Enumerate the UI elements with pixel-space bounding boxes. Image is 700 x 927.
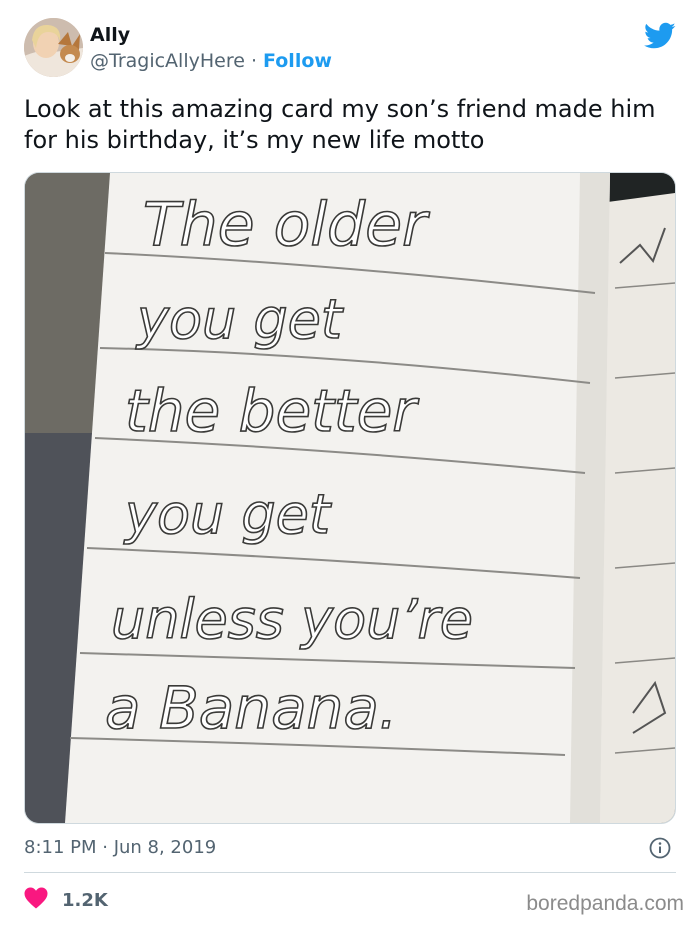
card-line-2: you get [135,288,344,351]
follow-button[interactable]: Follow [263,50,332,72]
card-line-3: the better [125,377,419,445]
heart-icon[interactable] [24,887,48,913]
like-action[interactable]: 1.2K [24,886,108,914]
tweet-text: Look at this amazing card my son’s frien… [24,95,656,154]
author-handle-row: @TragicAllyHere · Follow [90,49,332,73]
card-line-4: you get [123,483,332,546]
info-icon[interactable] [649,837,671,859]
avatar[interactable] [24,18,83,77]
author-name[interactable]: Ally [90,23,130,47]
twitter-bird-icon[interactable] [644,22,676,50]
card-line-1: The older [143,190,430,260]
tweet-embed: Ally @TragicAllyHere · Follow Look at th… [0,0,700,927]
handle-separator: · [244,50,264,72]
tweet-photo[interactable]: The older you get the better you get unl… [24,172,676,824]
author-handle[interactable]: @TragicAllyHere [90,50,245,72]
tweet-timestamp[interactable]: 8:11 PM · Jun 8, 2019 [24,836,216,860]
watermark: boredpanda.com [526,892,684,915]
card-line-6: a Banana. [105,674,397,742]
tweet-header: Ally @TragicAllyHere · Follow [24,18,676,80]
like-count: 1.2K [62,889,108,911]
divider [24,872,676,873]
card-line-5: unless you’re [111,588,473,651]
